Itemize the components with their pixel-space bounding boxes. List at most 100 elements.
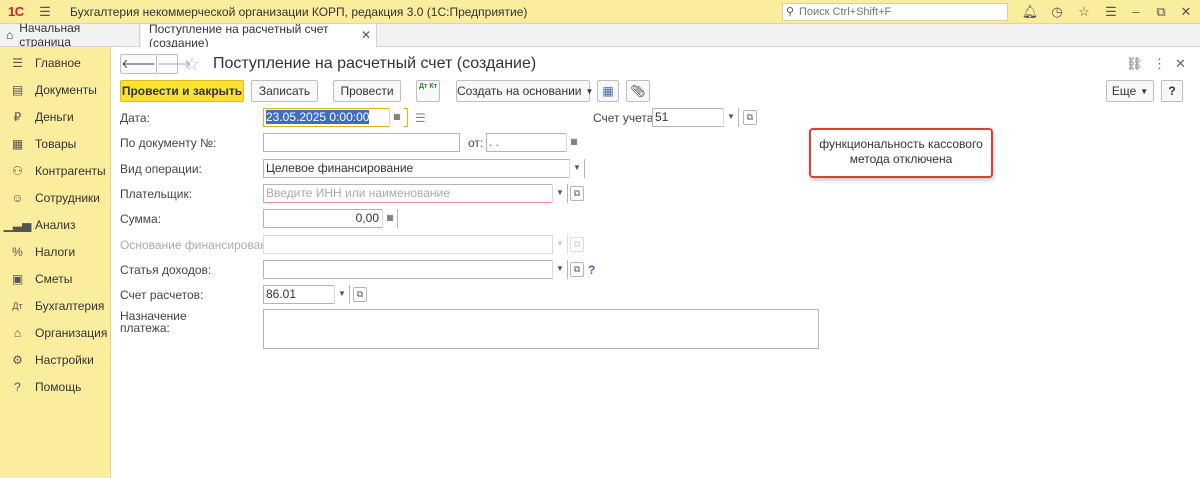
open-icon[interactable]: ⧉ xyxy=(570,237,584,252)
sidebar-item-taxes[interactable]: % Налоги xyxy=(0,238,111,265)
from-label: от: xyxy=(468,136,484,150)
more-button[interactable]: Еще ▼ xyxy=(1106,80,1154,102)
post-and-close-button[interactable]: Провести и закрыть xyxy=(120,80,244,102)
paperclip-icon: 📎︎ xyxy=(630,84,646,98)
back-arrow-icon[interactable]: 🡐 xyxy=(121,55,156,73)
sum-label: Сумма: xyxy=(120,212,162,226)
calendar-icon[interactable]: ▦ xyxy=(566,133,581,152)
home-icon: ⌂ xyxy=(6,28,14,42)
close-icon[interactable]: ✕ xyxy=(1177,3,1195,21)
nav-buttons: 🡐 🡒 xyxy=(120,54,192,74)
dtkt-button[interactable]: Дт Кт xyxy=(416,80,440,102)
sidebar-item-accounting[interactable]: Дт Бухгалтерия xyxy=(0,292,111,319)
open-icon[interactable]: ⧉ xyxy=(353,287,367,302)
close-form-icon[interactable]: ✕ xyxy=(1175,56,1186,72)
sidebar-item-label: Сметы xyxy=(35,271,73,286)
calculator-icon[interactable]: ▦ xyxy=(382,209,397,228)
sidebar-item-help[interactable]: ? Помощь xyxy=(0,373,111,400)
sidebar-item-label: Главное xyxy=(35,55,81,70)
chevron-down-icon[interactable]: ▼ xyxy=(552,235,567,254)
tab-home-label: Начальная страница xyxy=(19,21,81,49)
chevron-down-icon: ▼ xyxy=(585,86,594,96)
tab-bar: ⌂ Начальная страница Поступление на расч… xyxy=(0,21,1200,50)
dtkt-icon: Дт Кт xyxy=(418,83,438,90)
star-icon[interactable]: ☆ xyxy=(1075,3,1093,21)
sidebar-item-estimates[interactable]: ▣ Сметы xyxy=(0,265,111,292)
more-vertical-icon[interactable]: ⋮ xyxy=(1153,56,1166,72)
post-button[interactable]: Провести xyxy=(333,80,401,102)
settings-icon: ⚙ xyxy=(12,352,23,367)
favorite-star-icon[interactable]: ☆ xyxy=(184,54,200,75)
sidebar: ☰ Главное ▤ Документы ₽ Деньги ▦ Товары … xyxy=(0,47,111,478)
history-icon[interactable]: ◷ xyxy=(1048,3,1066,21)
search-icon: ⚲ xyxy=(786,6,795,18)
sidebar-item-money[interactable]: ₽ Деньги xyxy=(0,103,111,130)
sidebar-item-label: Контрагенты xyxy=(35,163,106,178)
organization-icon: ⌂ xyxy=(13,325,22,340)
from-date-value: . . xyxy=(489,135,500,149)
sidebar-item-label: Деньги xyxy=(35,109,74,124)
sum-value: 0,00 xyxy=(355,211,379,225)
purpose-textarea[interactable] xyxy=(263,309,819,349)
docnum-field[interactable] xyxy=(263,133,460,152)
attach-button[interactable]: 📎︎ xyxy=(626,80,650,102)
sidebar-item-label: Организация xyxy=(35,325,108,340)
comment-icon[interactable]: ☰ xyxy=(415,111,426,125)
sidebar-item-goods[interactable]: ▦ Товары xyxy=(0,130,111,157)
sum-field[interactable]: 0,00 xyxy=(263,209,398,228)
tab-active-document[interactable]: Поступление на расчетный счет (создание)… xyxy=(141,21,377,50)
menu-icon[interactable]: ☰ xyxy=(1102,3,1120,21)
date-field[interactable]: 23.05.2025 0:00:00 xyxy=(263,108,408,127)
sidebar-item-analysis[interactable]: ▁▃▅ Анализ xyxy=(0,211,111,238)
payer-field[interactable]: Введите ИНН или наименование xyxy=(263,184,568,203)
app-title: Бухгалтерия некоммерческой организации К… xyxy=(70,5,528,19)
ruble-icon: ₽ xyxy=(13,109,22,124)
structure-button[interactable]: ▦ xyxy=(597,80,619,102)
sidebar-item-documents[interactable]: ▤ Документы xyxy=(0,76,111,103)
more-label: Еще xyxy=(1111,84,1137,98)
calendar-icon[interactable]: ▦ xyxy=(389,108,404,127)
sidebar-item-organization[interactable]: ⌂ Организация xyxy=(0,319,111,346)
bell-icon[interactable]: 🔔︎ xyxy=(1021,3,1039,21)
percent-icon: % xyxy=(12,244,23,259)
open-icon[interactable]: ⧉ xyxy=(570,186,584,201)
chevron-down-icon[interactable]: ▼ xyxy=(552,184,567,203)
docnum-label: По документу №: xyxy=(120,136,217,150)
chevron-down-icon[interactable]: ▼ xyxy=(334,285,349,304)
chevron-down-icon[interactable]: ▼ xyxy=(552,260,567,279)
optype-value: Целевое финансирование xyxy=(266,161,414,175)
callout-note: функциональность кассового метода отключ… xyxy=(809,128,993,178)
open-icon[interactable]: ⧉ xyxy=(743,110,757,125)
basis-field[interactable] xyxy=(263,235,568,254)
restore-icon[interactable]: ⧉ xyxy=(1152,3,1170,21)
sidebar-item-settings[interactable]: ⚙ Настройки xyxy=(0,346,111,373)
optype-field[interactable]: Целевое финансирование xyxy=(263,159,585,178)
documents-icon: ▤ xyxy=(11,82,24,97)
tab-home[interactable]: ⌂ Начальная страница xyxy=(0,21,140,49)
payer-label: Плательщик: xyxy=(120,187,193,201)
main-menu-icon[interactable]: ☰ xyxy=(36,3,54,21)
income-field[interactable] xyxy=(263,260,568,279)
save-button[interactable]: Записать xyxy=(251,80,318,102)
sidebar-item-contractors[interactable]: ⚇ Контрагенты xyxy=(0,157,111,184)
link-icon[interactable]: ⛓ xyxy=(1126,56,1143,72)
tab-close-icon[interactable]: ✕ xyxy=(361,28,371,42)
chevron-down-icon[interactable]: ▼ xyxy=(723,108,738,127)
minimize-icon[interactable]: – xyxy=(1127,3,1145,21)
payer-placeholder: Введите ИНН или наименование xyxy=(266,186,450,200)
tab-active-label: Поступление на расчетный счет (создание) xyxy=(149,21,329,50)
income-help-icon[interactable]: ? xyxy=(588,263,595,277)
sidebar-item-label: Документы xyxy=(35,82,97,97)
open-icon[interactable]: ⧉ xyxy=(570,262,584,277)
chevron-down-icon[interactable]: ▼ xyxy=(569,159,584,178)
title-bar: 1С ☰ Бухгалтерия некоммерческой организа… xyxy=(0,0,1200,24)
contractors-icon: ⚇ xyxy=(12,163,23,178)
sidebar-item-main[interactable]: ☰ Главное xyxy=(0,49,111,76)
search-box[interactable]: ⚲ xyxy=(782,3,1008,21)
create-based-on-button[interactable]: Создать на основании ▼ xyxy=(456,80,593,102)
sidebar-item-employees[interactable]: ☺ Сотрудники xyxy=(0,184,111,211)
help-button[interactable]: ? xyxy=(1161,80,1183,102)
create-based-on-label: Создать на основании xyxy=(457,84,582,98)
estimates-icon: ▣ xyxy=(11,271,24,286)
search-input[interactable] xyxy=(799,5,999,19)
